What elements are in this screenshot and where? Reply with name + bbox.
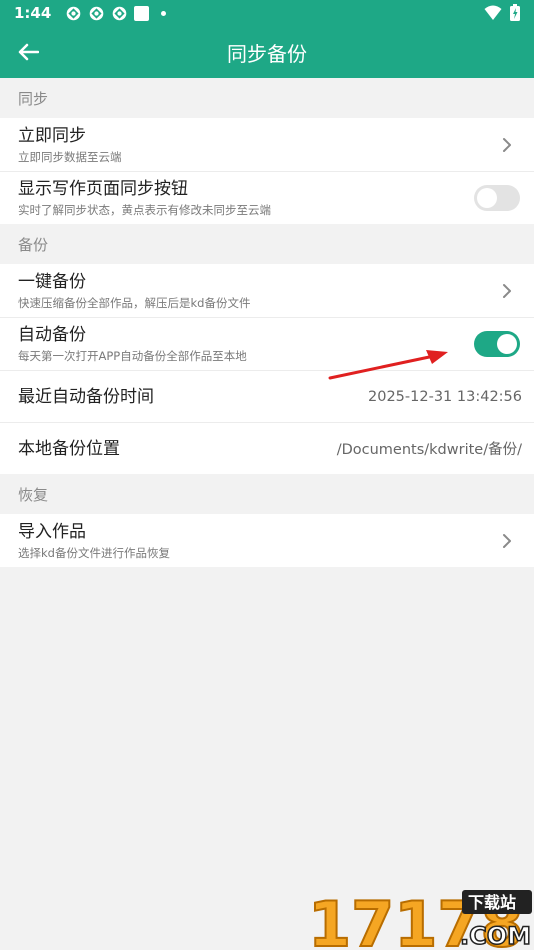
notification-square-icon [134,5,150,21]
sync-now-row[interactable]: 立即同步 立即同步数据至云端 [0,118,534,171]
show-sync-button-row: 显示写作页面同步按钮 实时了解同步状态，黄点表示有修改未同步至云端 [0,171,534,224]
show-sync-button-toggle[interactable] [474,185,520,211]
last-auto-backup-value: 2025-12-31 13:42:56 [368,388,522,405]
backup-location-value: /Documents/kdwrite/备份/ [336,442,522,458]
battery-icon [510,4,520,21]
svg-text:.COM: .COM [460,922,531,950]
import-works-row[interactable]: 导入作品 选择kd备份文件进行作品恢复 [0,514,534,567]
import-works-subtitle: 选择kd备份文件进行作品恢复 [18,545,170,560]
more-notifications-dot-icon [161,10,167,16]
auto-backup-row: 自动备份 每天第一次打开APP自动备份全部作品至本地 [0,317,534,370]
sync-now-title: 立即同步 [18,125,86,146]
status-right-icons [484,4,520,21]
notification-app-icon [90,6,104,20]
backup-location-title: 本地备份位置 [18,438,120,459]
status-notification-icons [65,5,167,22]
arrow-left-icon [18,43,39,61]
status-bar: 1:44 [0,0,534,26]
toggle-knob [497,334,517,354]
svg-text:下载站: 下载站 [468,893,516,912]
section-header-backup: 备份 [0,224,534,264]
section-header-sync: 同步 [0,78,534,118]
one-click-backup-title: 一键备份 [18,271,86,292]
last-auto-backup-row: 最近自动备份时间 2025-12-31 13:42:56 [0,370,534,422]
top-bar: 1:44 同步备份 [0,0,534,78]
annotation-arrow-icon [328,350,448,380]
site-watermark-logo: 17178 下载站 .COM [308,888,532,950]
app-bar: 同步备份 [0,26,534,78]
one-click-backup-row[interactable]: 一键备份 快速压缩备份全部作品，解压后是kd备份文件 [0,264,534,317]
notification-app-icon [113,6,127,20]
notification-app-icon [67,6,81,20]
chevron-right-icon [498,282,516,300]
page-title: 同步备份 [227,41,307,66]
show-sync-button-title: 显示写作页面同步按钮 [18,179,188,199]
auto-backup-title: 自动备份 [18,325,86,345]
import-works-title: 导入作品 [18,521,86,542]
backup-location-row[interactable]: 本地备份位置 /Documents/kdwrite/备份/ [0,422,534,474]
wifi-icon [484,5,502,20]
status-time: 1:44 [14,4,52,22]
chevron-right-icon [498,532,516,550]
back-button[interactable] [14,38,42,66]
toggle-knob [477,188,497,208]
show-sync-button-subtitle: 实时了解同步状态，黄点表示有修改未同步至云端 [18,203,271,217]
last-auto-backup-title: 最近自动备份时间 [18,386,154,407]
section-header-restore: 恢复 [0,474,534,514]
chevron-right-icon [498,136,516,154]
one-click-backup-subtitle: 快速压缩备份全部作品，解压后是kd备份文件 [18,295,251,310]
auto-backup-toggle[interactable] [474,331,520,357]
sync-now-subtitle: 立即同步数据至云端 [18,149,122,164]
